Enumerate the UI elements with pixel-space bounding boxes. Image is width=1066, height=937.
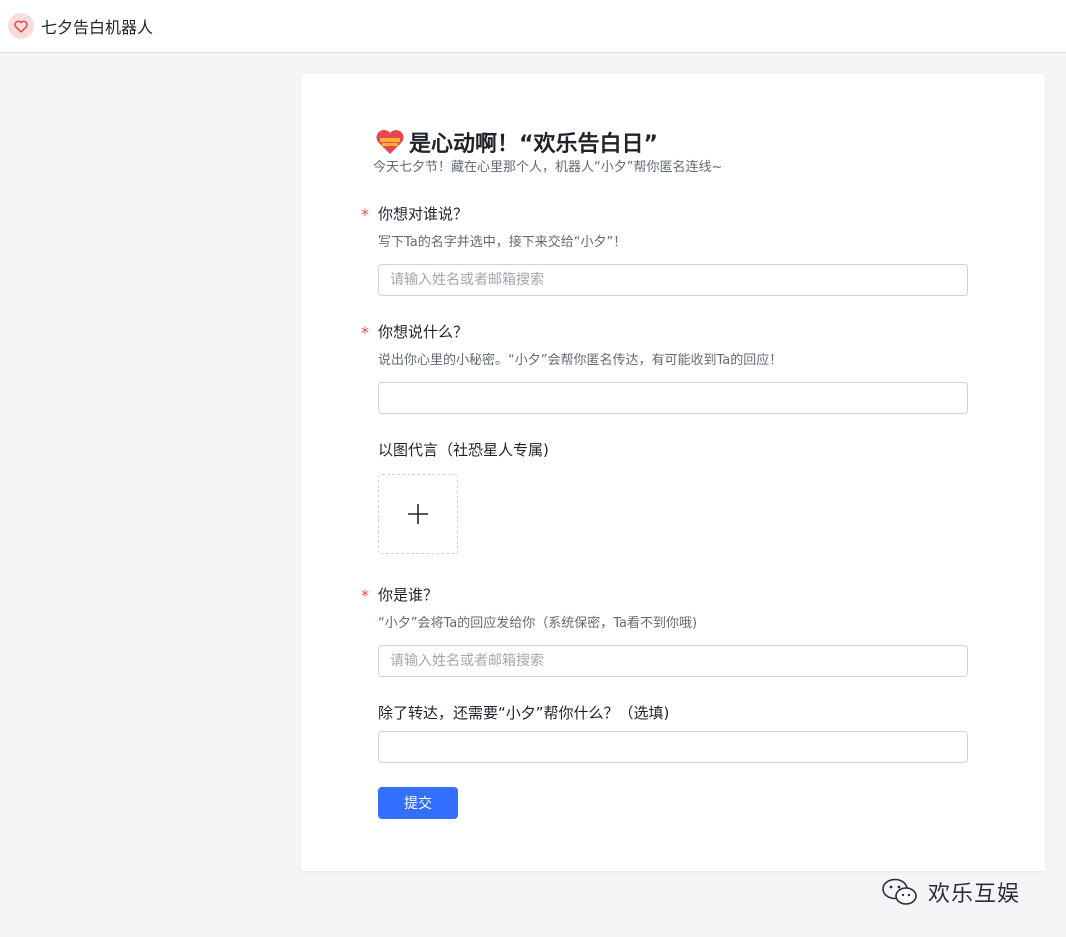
field-image: 以图代言（社恐星人专属) bbox=[378, 440, 968, 554]
required-mark: * bbox=[361, 586, 369, 605]
recipient-search-input[interactable] bbox=[378, 264, 968, 296]
field-hint: 说出你心里的小秘密。“小夕”会帮你匿名传达，有可能收到Ta的回应！ bbox=[378, 353, 783, 368]
field-label: 除了转达，还需要“小夕”帮你什么？（选填) bbox=[378, 703, 968, 723]
extra-request-input[interactable] bbox=[378, 731, 968, 763]
field-label-text: 以图代言（社恐星人专属) bbox=[378, 441, 549, 459]
heart-logo-icon bbox=[8, 13, 34, 39]
field-label: * 你想对谁说？ bbox=[361, 204, 968, 224]
watermark-text: 欢乐互娱 bbox=[928, 882, 1021, 907]
app-title: 七夕告白机器人 bbox=[41, 18, 154, 37]
field-extra-request: 除了转达，还需要“小夕”帮你什么？（选填) bbox=[378, 703, 968, 763]
field-label-text: 你想说什么？ bbox=[378, 323, 469, 341]
form-subtitle: 今天七夕节！藏在心里那个人，机器人“小夕”帮你匿名连线~ bbox=[373, 160, 723, 175]
field-label: * 你是谁？ bbox=[361, 585, 968, 605]
form-title: 是心动啊！“欢乐告白日” bbox=[409, 132, 658, 157]
submit-button[interactable]: 提交 bbox=[378, 787, 458, 819]
field-label: * 你想说什么？ bbox=[361, 322, 968, 342]
wechat-icon bbox=[882, 878, 917, 905]
sender-search-input[interactable] bbox=[378, 645, 968, 677]
field-label-text: 你是谁？ bbox=[378, 586, 439, 604]
field-recipient: * 你想对谁说？ 写下Ta的名字并选中，接下来交给“小夕”！ bbox=[361, 204, 968, 296]
field-hint: 写下Ta的名字并选中，接下来交给“小夕”！ bbox=[378, 235, 627, 250]
plus-icon bbox=[408, 504, 428, 524]
field-message: * 你想说什么？ 说出你心里的小秘密。“小夕”会帮你匿名传达，有可能收到Ta的回… bbox=[361, 322, 968, 414]
field-sender: * 你是谁？ “小夕”会将Ta的回应发给你（系统保密，Ta看不到你哦) bbox=[361, 585, 968, 677]
message-input[interactable] bbox=[378, 382, 968, 414]
top-bar: 七夕告白机器人 bbox=[0, 0, 1066, 53]
field-label-text: 除了转达，还需要“小夕”帮你什么？（选填) bbox=[378, 704, 670, 722]
heart-emoji-icon bbox=[376, 130, 404, 154]
form-card: 是心动啊！“欢乐告白日” 今天七夕节！藏在心里那个人，机器人“小夕”帮你匿名连线… bbox=[301, 74, 1045, 871]
required-mark: * bbox=[361, 205, 369, 224]
required-mark: * bbox=[361, 323, 369, 342]
watermark: 欢乐互娱 bbox=[880, 876, 1020, 908]
field-label-text: 你想对谁说？ bbox=[378, 205, 469, 223]
field-hint: “小夕”会将Ta的回应发给你（系统保密，Ta看不到你哦) bbox=[378, 616, 698, 631]
form-heading: 是心动啊！“欢乐告白日” bbox=[375, 126, 658, 158]
field-label: 以图代言（社恐星人专属) bbox=[378, 440, 968, 460]
image-upload-button[interactable] bbox=[378, 474, 458, 554]
